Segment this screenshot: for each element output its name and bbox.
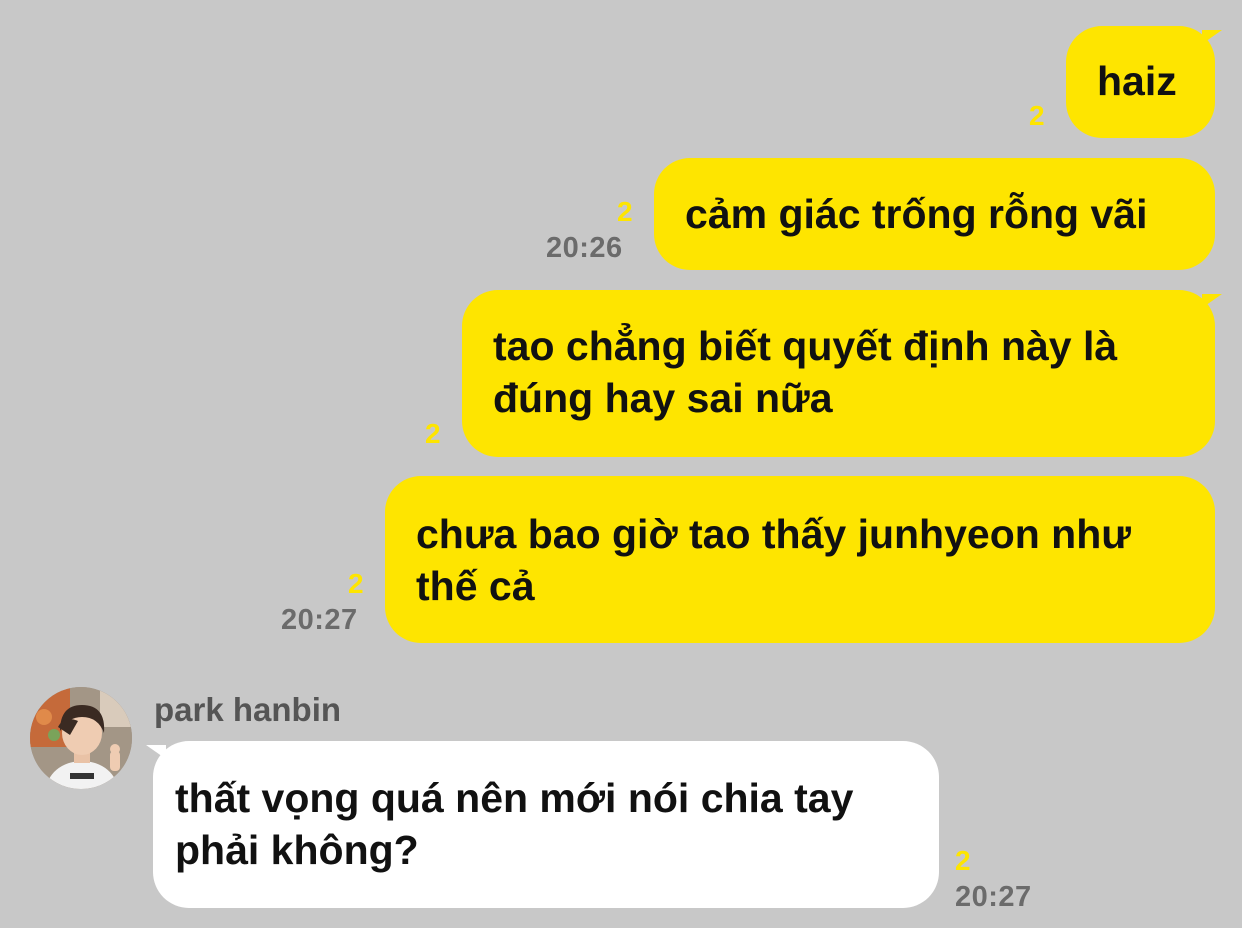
incoming-message-bubble[interactable]: thất vọng quá nên mới nói chia tay phải …: [153, 741, 939, 908]
unread-count: 2: [1029, 100, 1045, 131]
outgoing-message-bubble[interactable]: chưa bao giờ tao thấy junhyeon như thế c…: [385, 476, 1215, 643]
message-line: thế cả: [416, 563, 535, 609]
message-line: cảm giác trống rỗng vãi: [685, 191, 1148, 237]
outgoing-message-bubble[interactable]: tao chẳng biết quyết định này là đúng ha…: [462, 290, 1215, 457]
message-line: đúng hay sai nữa: [493, 375, 833, 421]
outgoing-message-bubble[interactable]: haiz: [1066, 26, 1215, 138]
avatar[interactable]: [30, 687, 132, 789]
message-line: chưa bao giờ tao thấy junhyeon như: [416, 511, 1131, 557]
message-timestamp: 20:27: [955, 881, 1032, 913]
message-line: tao chẳng biết quyết định này là: [493, 323, 1118, 369]
message-line: thất vọng quá nên mới nói chia tay: [175, 775, 854, 821]
outgoing-message-bubble[interactable]: cảm giác trống rỗng vãi: [654, 158, 1215, 270]
unread-count: 2: [425, 418, 441, 449]
message-line: phải không?: [175, 827, 419, 873]
message-line: haiz: [1097, 58, 1177, 104]
profile-photo-icon: [30, 687, 132, 789]
message-timestamp: 20:27: [281, 604, 358, 636]
message-timestamp: 20:26: [546, 232, 623, 264]
unread-count: 2: [617, 196, 633, 227]
sender-name: park hanbin: [154, 691, 342, 728]
unread-count: 2: [348, 568, 364, 599]
unread-count: 2: [955, 845, 971, 876]
